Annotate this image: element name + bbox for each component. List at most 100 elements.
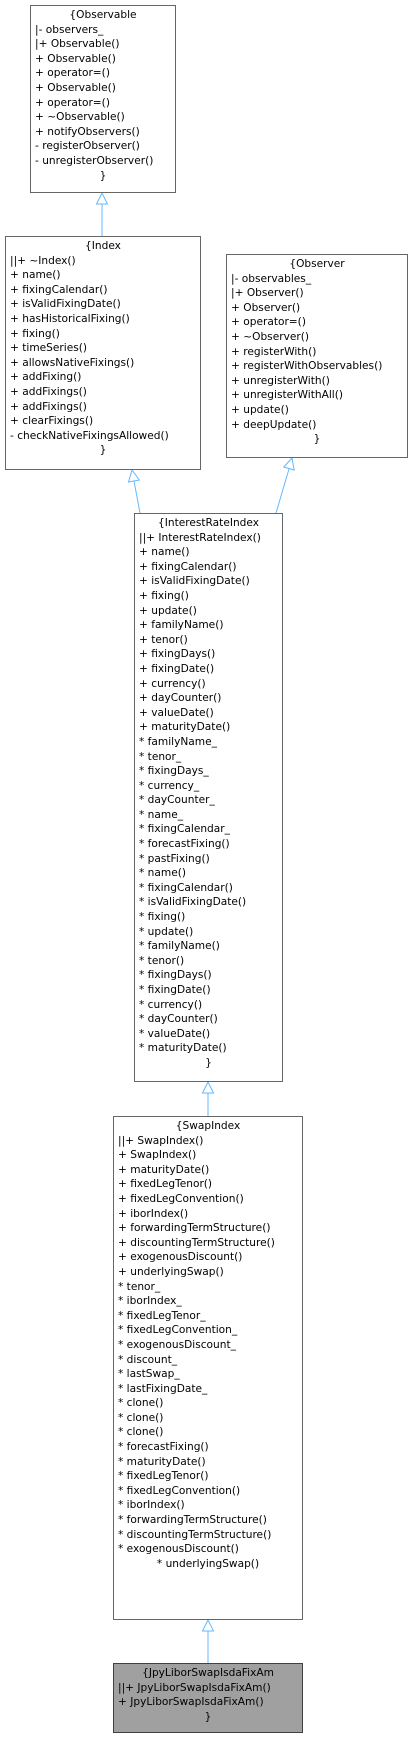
class-node-jpy-libor-swap-isda-fix-am[interactable]: {JpyLiborSwapIsdaFixAm ||+ JpyLiborSwapI… <box>113 1663 303 1733</box>
class-member: + deepUpdate() <box>231 418 317 431</box>
class-member: * exogenousDiscount() <box>118 1543 239 1556</box>
class-member: + fixedLegConvention() <box>118 1192 244 1205</box>
class-member: + clearFixings() <box>10 415 94 428</box>
class-member: + ~Observer() <box>231 330 309 343</box>
class-title: {Observer <box>289 258 345 270</box>
class-close: } <box>205 1056 212 1069</box>
class-node-index[interactable]: {Index ||+ ~Index() + name() + fixingCal… <box>5 236 201 470</box>
class-member: * familyName() <box>139 940 220 953</box>
class-member: + hasHistoricalFixing() <box>10 312 130 325</box>
class-member: |- observers_ <box>35 23 104 36</box>
class-close: } <box>204 1710 212 1723</box>
class-member: + fixingCalendar() <box>10 283 108 296</box>
class-member: + fixing() <box>139 589 189 602</box>
class-title: {InterestRateIndex <box>157 517 260 529</box>
class-title: {JpyLiborSwapIsdaFixAm <box>142 1667 274 1679</box>
class-member: + tenor() <box>139 633 188 646</box>
class-node-interest-rate-index[interactable]: {InterestRateIndex ||+ InterestRateIndex… <box>134 513 283 1082</box>
class-member: * iborIndex_ <box>118 1295 182 1308</box>
class-member: ||+ JpyLiborSwapIsdaFixAm() <box>118 1681 271 1694</box>
class-member: * fixingCalendar() <box>139 881 233 894</box>
class-member: + addFixing() <box>10 371 82 384</box>
class-member: * name() <box>139 867 186 880</box>
class-member: |+ Observable() <box>35 38 120 51</box>
class-member: + fixingDays() <box>139 648 216 661</box>
class-member: + currency() <box>139 677 206 690</box>
class-member: + maturityDate() <box>139 721 231 734</box>
class-member: * dayCounter_ <box>139 794 215 807</box>
edge-interest-rate-index-to-index <box>127 468 141 514</box>
class-member: |+ Observer() <box>231 287 304 300</box>
class-node-observer[interactable]: {Observer |- observables_ |+ Observer() … <box>226 254 408 458</box>
class-member: + Observable() <box>35 81 116 94</box>
class-member: + name() <box>139 546 190 559</box>
edge-jpy-libor-swap-isda-fix-am-to-swap-index <box>201 1618 215 1663</box>
class-member: * currency_ <box>139 779 200 792</box>
class-member: * fixedLegConvention() <box>118 1484 241 1497</box>
class-member: * tenor_ <box>118 1280 161 1293</box>
class-close: } <box>99 444 107 457</box>
class-member: ||+ InterestRateIndex() <box>139 531 261 544</box>
class-member: + unregisterWithAll() <box>231 389 343 402</box>
class-member: + unregisterWith() <box>231 374 330 387</box>
class-title: {SwapIndex <box>175 1120 241 1132</box>
class-member: ||+ SwapIndex() <box>118 1134 204 1147</box>
class-member: + notifyObservers() <box>35 125 140 138</box>
class-member: - checkNativeFixingsAllowed() <box>10 429 169 442</box>
class-member: + Observer() <box>231 301 301 314</box>
class-member: * pastFixing() <box>139 852 210 865</box>
class-member: * lastFixingDate_ <box>118 1382 208 1395</box>
class-member: * fixingDays_ <box>139 765 209 778</box>
class-member: * discount_ <box>118 1353 178 1366</box>
class-member: * isValidFixingDate() <box>139 896 247 909</box>
class-member: * update() <box>139 925 194 938</box>
class-member: - unregisterObserver() <box>35 154 154 167</box>
class-member: * clone() <box>118 1397 164 1410</box>
class-member: + allowsNativeFixings() <box>10 356 135 369</box>
class-member: * clone() <box>118 1426 164 1439</box>
class-close: * underlyingSwap() <box>156 1557 260 1570</box>
class-member: + iborIndex() <box>118 1207 189 1220</box>
edge-swap-index-to-interest-rate-index <box>201 1080 215 1116</box>
class-title: {Index <box>85 240 121 252</box>
class-member: - registerObserver() <box>35 140 140 153</box>
class-member: * fixingDate() <box>139 984 211 996</box>
edge-index-to-observable <box>95 191 109 236</box>
class-member: + fixing() <box>10 327 60 340</box>
class-member: * lastSwap_ <box>118 1368 180 1381</box>
class-member: * valueDate() <box>139 1027 211 1040</box>
class-member: * maturityDate() <box>139 1042 227 1055</box>
class-member: + maturityDate() <box>118 1163 210 1176</box>
class-node-observable[interactable]: {Observable |- observers_ |+ Observable(… <box>30 5 176 193</box>
class-member: * maturityDate() <box>118 1455 206 1468</box>
class-member: ||+ ~Index() <box>10 254 76 267</box>
class-member: + exogenousDiscount() <box>118 1251 243 1264</box>
class-member: |- observables_ <box>231 272 312 285</box>
class-member: * fixingCalendar_ <box>139 823 230 836</box>
class-member: + forwardingTermStructure() <box>118 1222 271 1235</box>
class-node-swap-index[interactable]: {SwapIndex ||+ SwapIndex() + SwapIndex()… <box>113 1116 303 1620</box>
class-member: + isValidFixingDate() <box>139 575 250 588</box>
class-member: * tenor() <box>139 954 185 967</box>
class-member: + valueDate() <box>139 706 214 719</box>
class-member: + registerWithObservables() <box>231 360 383 373</box>
class-member: + operator=() <box>35 67 110 80</box>
class-member: + registerWith() <box>231 345 317 358</box>
class-member: * familyName_ <box>139 735 217 748</box>
class-member: * currency() <box>139 998 203 1011</box>
class-member: + SwapIndex() <box>118 1149 197 1162</box>
class-member: + fixingCalendar() <box>139 560 237 573</box>
class-member: * clone() <box>118 1411 164 1424</box>
class-member: * fixing() <box>139 911 186 924</box>
class-member: + Observable() <box>35 52 116 65</box>
class-member: + underlyingSwap() <box>118 1265 224 1278</box>
class-member: + dayCounter() <box>139 692 222 705</box>
class-member: * dayCounter() <box>139 1013 218 1026</box>
class-member: + isValidFixingDate() <box>10 298 121 311</box>
class-close: } <box>99 169 107 182</box>
class-member: + update() <box>139 604 197 617</box>
class-member: + discountingTermStructure() <box>118 1236 275 1249</box>
class-member: * tenor_ <box>139 750 182 763</box>
class-member: + fixingDate() <box>139 662 215 675</box>
class-member: + addFixings() <box>10 385 87 398</box>
